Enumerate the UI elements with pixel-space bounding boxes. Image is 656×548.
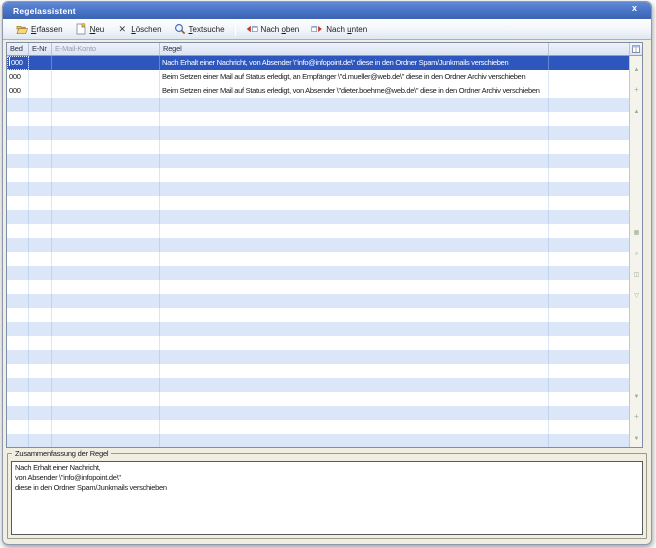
empty-row[interactable]: [7, 434, 630, 447]
cell-bed: 000: [7, 70, 29, 84]
add-icon[interactable]: +: [634, 79, 639, 97]
scroll-down-icon[interactable]: ▼: [634, 385, 640, 403]
nach-unten-button[interactable]: Nach unten: [306, 21, 372, 37]
cell-bed: 000: [7, 56, 29, 70]
toolbar-separator: [235, 22, 236, 36]
empty-row[interactable]: [7, 182, 630, 196]
empty-row[interactable]: [7, 140, 630, 154]
window-title: Regelassistent: [3, 6, 76, 16]
cell-konto: [52, 56, 160, 70]
empty-row[interactable]: [7, 406, 630, 420]
empty-row[interactable]: [7, 126, 630, 140]
empty-row[interactable]: [7, 238, 630, 252]
table-row[interactable]: 000 Nach Erhalt einer Nachricht, von Abse…: [7, 56, 630, 70]
summary-groupbox: Zusammenfassung der Regel Nach Erhalt ei…: [7, 453, 647, 539]
filter-icon[interactable]: ▽: [634, 284, 639, 302]
empty-row[interactable]: [7, 336, 630, 350]
empty-row[interactable]: [7, 210, 630, 224]
bookmark-icon[interactable]: ◫: [634, 263, 640, 281]
edit-caret: [9, 57, 10, 66]
folder-open-icon: [16, 23, 28, 35]
rule-summary-text: Nach Erhalt einer Nachricht, von Absende…: [11, 461, 643, 535]
toolbar: Erfassen Neu ✕Löschen Textsuche Nach oben Nac…: [3, 19, 651, 40]
table-body: 000 Nach Erhalt einer Nachricht, von Abse…: [7, 56, 630, 447]
erfassen-label: Erfassen: [31, 25, 63, 34]
nach-unten-label: Nach unten: [326, 25, 367, 34]
add-icon[interactable]: +: [634, 406, 639, 424]
cell-enr: [29, 70, 52, 84]
empty-row[interactable]: [7, 112, 630, 126]
loeschen-button[interactable]: ✕Löschen: [111, 21, 166, 37]
empty-row[interactable]: [7, 224, 630, 238]
column-header-konto[interactable]: E-Mail-Konto: [52, 43, 160, 56]
empty-row[interactable]: [7, 420, 630, 434]
empty-row[interactable]: [7, 280, 630, 294]
column-header-filler[interactable]: [549, 43, 630, 56]
search-icon[interactable]: ⌕: [635, 242, 638, 260]
table-row[interactable]: 000 Beim Setzen einer Mail auf Status erl…: [7, 84, 630, 98]
rule-wizard-window: Regelassistent x Erfassen Neu ✕Löschen Text…: [2, 1, 652, 545]
cell-filler: [549, 70, 630, 84]
cell-regel: Beim Setzen einer Mail auf Status erledi…: [160, 70, 549, 84]
cell-regel: Beim Setzen einer Mail auf Status erledi…: [160, 84, 549, 98]
search-icon: [174, 23, 186, 35]
empty-row[interactable]: [7, 98, 630, 112]
empty-row[interactable]: [7, 350, 630, 364]
empty-row[interactable]: [7, 294, 630, 308]
textsuche-label: Textsuche: [189, 25, 225, 34]
empty-row[interactable]: [7, 364, 630, 378]
loeschen-label: Löschen: [131, 25, 161, 34]
cell-konto: [52, 70, 160, 84]
neu-button[interactable]: Neu: [70, 21, 110, 37]
cell-filler: [549, 56, 630, 70]
empty-row[interactable]: [7, 322, 630, 336]
empty-row[interactable]: [7, 196, 630, 210]
summary-groupbox-label: Zusammenfassung der Regel: [12, 449, 111, 458]
scrollbar-middle-buttons: ▦ ⌕ ◫ ▽: [630, 221, 643, 302]
nach-oben-label: Nach oben: [261, 25, 300, 34]
column-chooser-button[interactable]: [629, 43, 642, 56]
textsuche-button[interactable]: Textsuche: [169, 21, 230, 37]
titlebar: Regelassistent x: [3, 2, 651, 19]
scroll-up-icon[interactable]: ▲: [634, 100, 640, 118]
scrollbar-bottom-buttons: ▼ + ▼: [630, 385, 643, 445]
empty-row[interactable]: [7, 252, 630, 266]
empty-row[interactable]: [7, 378, 630, 392]
empty-row[interactable]: [7, 154, 630, 168]
cell-enr: [29, 84, 52, 98]
table-header-row: BedE-NrE-Mail-KontoRegel: [7, 43, 630, 56]
cell-filler: [549, 84, 630, 98]
erfassen-button[interactable]: Erfassen: [11, 21, 68, 37]
empty-row[interactable]: [7, 168, 630, 182]
scroll-top-icon[interactable]: ▲: [634, 58, 640, 76]
cell-enr: [29, 56, 52, 70]
scrollbar-top-buttons: ▲ + ▲: [630, 58, 643, 118]
neu-label: Neu: [90, 25, 105, 34]
column-header-regel[interactable]: Regel: [160, 43, 549, 56]
empty-row[interactable]: [7, 266, 630, 280]
cell-bed: 000: [7, 84, 29, 98]
scroll-bottom-icon[interactable]: ▼: [634, 427, 640, 445]
empty-row[interactable]: [7, 392, 630, 406]
column-header-bed[interactable]: Bed: [7, 43, 29, 56]
move-up-icon: [246, 23, 258, 35]
cell-regel: Nach Erhalt einer Nachricht, von Absende…: [160, 56, 549, 70]
cell-konto: [52, 84, 160, 98]
new-document-icon: [75, 23, 87, 35]
empty-row[interactable]: [7, 308, 630, 322]
close-icon[interactable]: x: [632, 3, 637, 13]
nach-oben-button[interactable]: Nach oben: [241, 21, 305, 37]
cards-icon[interactable]: ▦: [634, 221, 640, 239]
grid-scrollbar[interactable]: ▲ + ▲ ▦ ⌕ ◫ ▽ ▼ + ▼: [629, 56, 642, 447]
delete-x-icon: ✕: [116, 23, 128, 35]
column-header-enr[interactable]: E-Nr: [29, 43, 52, 56]
rules-table: BedE-NrE-Mail-KontoRegel 000 Nach Erhalt …: [6, 42, 643, 448]
table-row[interactable]: 000 Beim Setzen einer Mail auf Status erl…: [7, 70, 630, 84]
move-down-icon: [311, 23, 323, 35]
